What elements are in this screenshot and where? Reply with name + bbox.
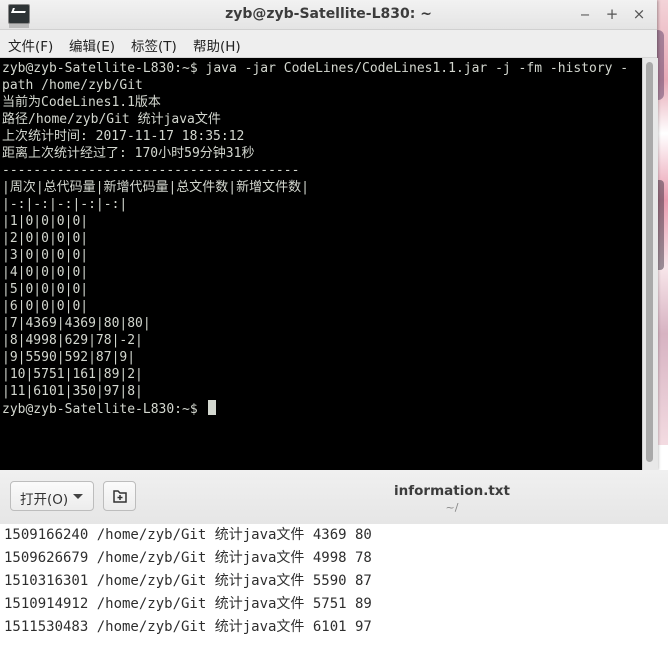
- maximize-button[interactable]: +: [602, 4, 622, 24]
- open-button[interactable]: 打开(O): [10, 481, 94, 511]
- terminal-line: |-:|-:|-:|-:|-:|: [2, 197, 128, 212]
- terminal-line: |2|0|0|0|0|: [2, 231, 89, 246]
- editor-line: 1511530483 /home/zyb/Git 统计java文件 6101 9…: [4, 619, 372, 635]
- new-document-button[interactable]: [103, 481, 136, 511]
- editor-headerbar: 打开(O) information.txt ~/: [0, 470, 668, 525]
- terminal-line: path /home/zyb/Git: [2, 78, 143, 93]
- editor-line: 1510316301 /home/zyb/Git 统计java文件 5590 8…: [4, 573, 372, 589]
- terminal-window: zyb@zyb-Satellite-L830: ~ ‒ + × 文件(F) 编辑…: [0, 0, 658, 470]
- menu-file[interactable]: 文件(F): [8, 35, 53, 55]
- terminal-prompt: zyb@zyb-Satellite-L830:~$: [2, 402, 206, 417]
- terminal-line: 距离上次统计经过了: 170小时59分钟31秒: [2, 146, 255, 161]
- terminal-line: --------------------------------------: [2, 163, 300, 178]
- terminal-line: 当前为CodeLines1.1版本: [2, 95, 161, 110]
- menu-edit[interactable]: 编辑(E): [69, 35, 115, 55]
- editor-window: 打开(O) information.txt ~/ 1509166240 /hom…: [0, 470, 668, 671]
- minimize-button[interactable]: ‒: [575, 4, 595, 24]
- close-button[interactable]: ×: [629, 4, 649, 24]
- terminal-line: 路径/home/zyb/Git 统计java文件: [2, 112, 221, 127]
- document-title: information.txt: [394, 483, 510, 499]
- terminal-line: |7|4369|4369|80|80|: [2, 316, 151, 331]
- terminal-output[interactable]: zyb@zyb-Satellite-L830:~$ java -jar Code…: [0, 58, 642, 470]
- chevron-down-icon: [73, 494, 83, 499]
- editor-text-area[interactable]: 1509166240 /home/zyb/Git 统计java文件 4369 8…: [0, 524, 668, 671]
- editor-line: 1509166240 /home/zyb/Git 统计java文件 4369 8…: [4, 527, 372, 543]
- terminal-menubar: 文件(F) 编辑(E) 标签(T) 帮助(H): [0, 30, 657, 58]
- terminal-line: |10|5751|161|89|2|: [2, 367, 143, 382]
- document-path: ~/: [445, 501, 459, 514]
- window-title: zyb@zyb-Satellite-L830: ~: [225, 6, 432, 22]
- menu-tabs[interactable]: 标签(T): [131, 35, 177, 55]
- terminal-line: |9|5590|592|87|9|: [2, 350, 136, 365]
- terminal-line: 上次统计时间: 2017-11-17 18:35:12: [2, 129, 245, 144]
- terminal-line: |5|0|0|0|0|: [2, 282, 89, 297]
- terminal-line: zyb@zyb-Satellite-L830:~$ java -jar Code…: [2, 61, 629, 76]
- terminal-line: |周次|总代码量|新增代码量|总文件数|新增文件数|: [2, 180, 309, 195]
- terminal-prompt-line: zyb@zyb-Satellite-L830:~$: [2, 400, 216, 417]
- menu-help[interactable]: 帮助(H): [193, 35, 241, 55]
- terminal-line: |4|0|0|0|0|: [2, 265, 89, 280]
- terminal-line: |3|0|0|0|0|: [2, 248, 89, 263]
- terminal-titlebar[interactable]: zyb@zyb-Satellite-L830: ~ ‒ + ×: [0, 0, 657, 30]
- new-document-icon: [113, 490, 127, 503]
- terminal-line: |1|0|0|0|0|: [2, 214, 89, 229]
- terminal-scrollbar-thumb[interactable]: [646, 62, 653, 462]
- terminal-line: |6|0|0|0|0|: [2, 299, 89, 314]
- open-button-label: 打开(O): [20, 492, 69, 508]
- text-cursor: [207, 400, 216, 415]
- terminal-line: |11|6101|350|97|8|: [2, 384, 143, 399]
- editor-line: 1510914912 /home/zyb/Git 统计java文件 5751 8…: [4, 596, 372, 612]
- editor-line: 1509626679 /home/zyb/Git 统计java文件 4998 7…: [4, 550, 372, 566]
- terminal-line: |8|4998|629|78|-2|: [2, 333, 143, 348]
